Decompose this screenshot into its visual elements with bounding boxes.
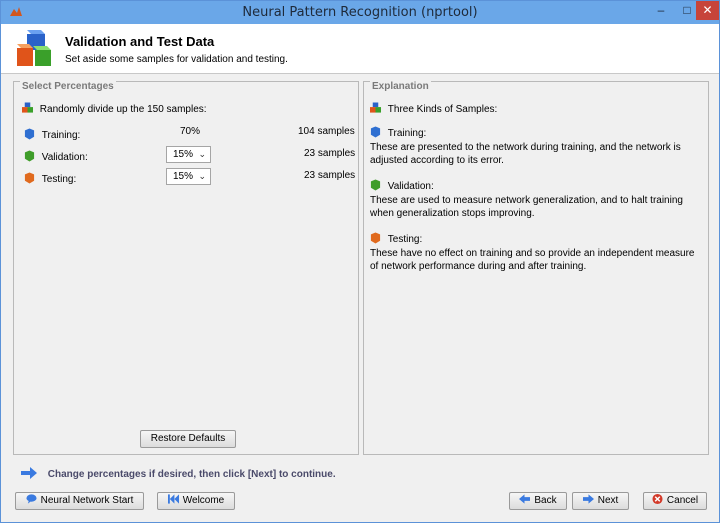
validation-percent-select[interactable]: 15% ⌄: [166, 146, 211, 163]
validation-section-text: These are used to measure network genera…: [370, 195, 683, 219]
testing-percent-select[interactable]: 15% ⌄: [166, 168, 211, 185]
page-subtitle: Set aside some samples for validation an…: [65, 54, 288, 65]
hint-message: Change percentages if desired, then clic…: [21, 467, 336, 480]
next-button[interactable]: Next: [572, 492, 629, 510]
arrow-right-icon: [21, 467, 37, 479]
close-button[interactable]: ✕: [696, 1, 719, 20]
testing-samples: 23 samples: [304, 170, 356, 181]
orange-cube-icon: [370, 232, 381, 244]
cubes-icon: [370, 102, 381, 113]
training-samples: 104 samples: [298, 126, 355, 137]
minimize-button[interactable]: –: [648, 1, 674, 20]
app-window: Neural Pattern Recognition (nprtool) – □…: [0, 0, 720, 523]
arrow-right-icon: [582, 494, 594, 504]
panel-label: Select Percentages: [20, 81, 116, 92]
panel-label: Explanation: [370, 81, 431, 92]
cancel-button[interactable]: Cancel: [643, 492, 707, 510]
welcome-button[interactable]: Welcome: [157, 492, 235, 510]
chevron-down-icon: ⌄: [198, 171, 206, 181]
cancel-icon: [652, 493, 663, 505]
validation-samples: 23 samples: [304, 148, 356, 159]
title-bar[interactable]: Neural Pattern Recognition (nprtool) – □…: [1, 1, 719, 24]
select-percentages-panel: Select Percentages Randomly divide up th…: [13, 81, 359, 455]
training-section-title: Training:: [370, 126, 426, 139]
window-title: Neural Pattern Recognition (nprtool): [242, 5, 478, 20]
chevron-down-icon: ⌄: [198, 149, 206, 159]
explanation-panel: Explanation Three Kinds of Samples: Trai…: [363, 81, 709, 455]
validation-section-title: Validation:: [370, 179, 434, 192]
restore-defaults-button[interactable]: Restore Defaults: [140, 430, 236, 448]
neural-network-start-button[interactable]: Neural Network Start: [15, 492, 144, 510]
page-header: Validation and Test Data Set aside some …: [1, 24, 719, 74]
cubes-icon: [22, 102, 33, 113]
cubes-logo-icon: [17, 30, 51, 66]
back-button[interactable]: Back: [509, 492, 567, 510]
samples-intro: Randomly divide up the 150 samples:: [22, 102, 207, 115]
training-section-text: These are presented to the network durin…: [370, 142, 681, 166]
blue-cube-icon: [24, 128, 35, 140]
rewind-icon: [167, 494, 179, 504]
green-cube-icon: [24, 150, 35, 162]
training-percent: 70%: [180, 126, 201, 137]
explanation-intro: Three Kinds of Samples:: [370, 102, 497, 115]
training-label: Training:: [24, 128, 80, 141]
arrow-left-icon: [519, 494, 531, 504]
green-cube-icon: [370, 179, 381, 191]
testing-section-text: These have no effect on training and so …: [370, 248, 695, 272]
orange-cube-icon: [24, 172, 35, 184]
chat-icon: [26, 494, 37, 504]
page-title: Validation and Test Data: [65, 34, 215, 49]
testing-section-title: Testing:: [370, 232, 422, 245]
intro-text: Randomly divide up the 150 samples:: [39, 104, 207, 115]
testing-label: Testing:: [24, 172, 76, 185]
blue-cube-icon: [370, 126, 381, 138]
validation-label: Validation:: [24, 150, 88, 163]
